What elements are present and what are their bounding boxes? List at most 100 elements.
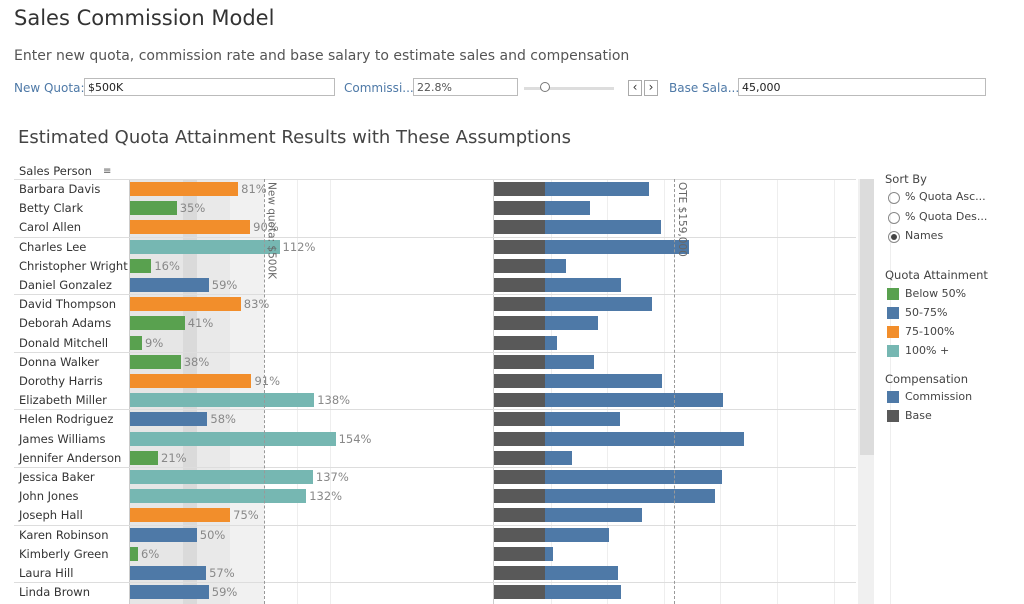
sales-person-name[interactable]: Karen Robinson [19,528,109,542]
base-bar[interactable] [494,335,545,350]
attainment-bar[interactable] [130,431,336,446]
sales-person-name[interactable]: Donna Walker [19,355,99,369]
commission-slider[interactable] [524,87,614,90]
sales-person-name[interactable]: Donald Mitchell [19,336,108,350]
base-bar[interactable] [494,450,545,465]
commission-bar[interactable] [544,182,650,196]
attainment-bar[interactable] [130,220,251,235]
sort-option-label[interactable]: % Quota Asc... [905,190,986,203]
slider-next-button[interactable]: › [644,80,658,96]
commission-bar[interactable] [544,470,722,484]
attainment-bar[interactable] [130,182,239,196]
legend-item-label[interactable]: 100% + [905,344,949,357]
base-bar[interactable] [494,182,545,196]
base-bar[interactable] [494,431,545,446]
commission-bar[interactable] [544,431,744,446]
base-bar[interactable] [494,527,545,542]
legend-swatch[interactable] [887,345,899,357]
scrollbar-thumb[interactable] [860,179,874,455]
commission-bar[interactable] [544,220,662,235]
base-bar[interactable] [494,354,545,369]
commission-bar[interactable] [544,239,690,254]
base-bar[interactable] [494,566,545,580]
commission-bar[interactable] [544,258,566,273]
sales-person-name[interactable]: Elizabeth Miller [19,393,107,407]
commission-bar[interactable] [544,546,553,561]
attainment-bar[interactable] [130,316,185,331]
commission-bar[interactable] [544,508,642,523]
attainment-bar[interactable] [130,470,313,484]
attainment-bar[interactable] [130,393,315,408]
base-bar[interactable] [494,258,545,273]
base-bar[interactable] [494,393,545,408]
legend-item-label[interactable]: Below 50% [905,287,966,300]
slider-prev-button[interactable]: ‹ [628,80,642,96]
sales-person-name[interactable]: Deborah Adams [19,316,111,330]
attainment-bar[interactable] [130,258,152,273]
radio-button[interactable] [888,211,900,224]
base-bar[interactable] [494,201,545,216]
attainment-bar[interactable] [130,412,208,427]
sales-person-name[interactable]: Daniel Gonzalez [19,278,112,292]
attainment-bar[interactable] [130,374,252,388]
legend-item-label[interactable]: Base [905,409,932,422]
attainment-bar[interactable] [130,239,280,254]
sales-person-name[interactable]: Betty Clark [19,201,83,215]
base-bar[interactable] [494,374,545,388]
sort-icon[interactable]: ≡ [103,166,111,177]
commission-bar[interactable] [544,297,653,312]
commission-bar[interactable] [544,278,622,292]
commission-bar[interactable] [544,393,724,408]
base-bar[interactable] [494,278,545,292]
sales-person-header[interactable]: Sales Person [19,164,92,178]
commission-bar[interactable] [544,354,594,369]
sales-person-name[interactable]: Carol Allen [19,220,81,234]
radio-button[interactable] [888,192,900,204]
sales-person-name[interactable]: Laura Hill [19,566,73,580]
attainment-bar[interactable] [130,527,197,542]
commission-bar[interactable] [544,335,557,350]
sales-person-name[interactable]: James Williams [19,432,106,446]
base-bar[interactable] [494,489,545,504]
base-bar[interactable] [494,585,545,600]
base-bar[interactable] [494,508,545,523]
attainment-bar[interactable] [130,278,209,292]
base-bar[interactable] [494,297,545,312]
sales-person-name[interactable]: Barbara Davis [19,182,100,196]
commission-bar[interactable] [544,316,598,331]
base-salary-input[interactable]: 45,000 [738,78,986,96]
sales-person-name[interactable]: Jessica Baker [19,470,95,484]
sort-option-label[interactable]: % Quota Des... [905,210,987,223]
commission-bar[interactable] [544,489,716,504]
quota-input[interactable]: $500K [84,78,335,96]
sales-person-name[interactable]: Christopher Wright [19,259,128,273]
base-bar[interactable] [494,316,545,331]
slider-handle[interactable] [540,82,550,92]
base-bar[interactable] [494,239,545,254]
attainment-bar[interactable] [130,508,231,523]
base-bar[interactable] [494,546,545,561]
legend-item-label[interactable]: 50-75% [905,306,947,319]
attainment-bar[interactable] [130,297,241,312]
sales-person-name[interactable]: Charles Lee [19,240,86,254]
scrollbar[interactable] [858,179,874,604]
commission-bar[interactable] [544,450,573,465]
attainment-bar[interactable] [130,201,177,216]
sort-option-label[interactable]: Names [905,229,943,242]
sales-person-name[interactable]: David Thompson [19,297,116,311]
sales-person-name[interactable]: Kimberly Green [19,547,109,561]
attainment-bar[interactable] [130,450,159,465]
legend-swatch[interactable] [887,391,899,403]
attainment-bar[interactable] [130,354,181,369]
attainment-bar[interactable] [130,335,142,350]
attainment-bar[interactable] [130,585,209,600]
legend-swatch[interactable] [887,410,899,422]
sales-person-name[interactable]: Joseph Hall [19,508,83,522]
attainment-bar[interactable] [130,566,207,580]
attainment-bar[interactable] [130,489,307,504]
commission-bar[interactable] [544,412,620,427]
legend-item-label[interactable]: 75-100% [905,325,954,338]
base-bar[interactable] [494,470,545,484]
attainment-bar[interactable] [130,546,138,561]
legend-swatch[interactable] [887,326,899,338]
